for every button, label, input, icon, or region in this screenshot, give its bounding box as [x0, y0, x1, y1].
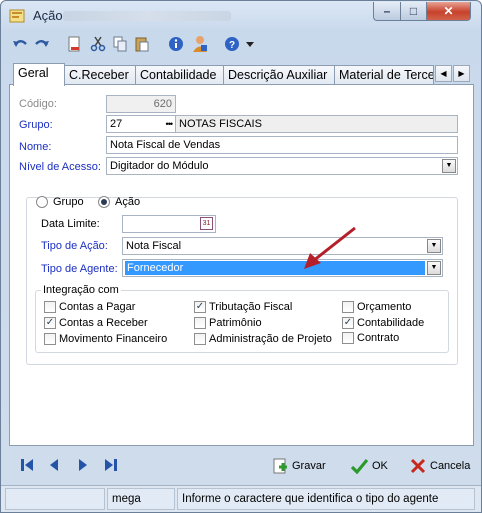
data-limite-field[interactable]: 31 [122, 215, 216, 233]
orcamento-checkbox[interactable] [342, 301, 354, 313]
grupo-label: Grupo: [19, 119, 53, 131]
tributacao-fiscal-checkbox[interactable]: ✓ [194, 301, 206, 313]
user-icon[interactable] [191, 35, 209, 53]
patrimonio-checkbox[interactable] [194, 317, 206, 329]
integracao-title: Integração com [41, 284, 121, 296]
nivel-acesso-value: Digitador do Módulo [110, 160, 209, 172]
cancela-button[interactable]: Cancela [410, 456, 470, 476]
window-title: Ação [33, 8, 63, 23]
calendar-icon[interactable]: 31 [200, 217, 213, 230]
ok-label: OK [372, 460, 388, 472]
cancel-x-icon [410, 458, 426, 474]
contabilidade-checkbox[interactable]: ✓ [342, 317, 354, 329]
chevron-down-icon[interactable]: ▼ [427, 261, 441, 275]
gravar-label: Gravar [292, 460, 326, 472]
acao-radio[interactable] [98, 196, 110, 208]
codigo-label: Código: [19, 98, 57, 110]
grupo-code: 27 [110, 118, 123, 130]
minimize-button[interactable]: – [373, 2, 401, 21]
data-limite-label: Data Limite: [41, 218, 100, 230]
movimento-financeiro-label: Movimento Financeiro [59, 333, 168, 345]
paste-icon[interactable] [133, 35, 151, 53]
previous-record-icon[interactable] [46, 457, 62, 473]
status-cell-1 [5, 488, 105, 510]
tab-scroll-left-icon[interactable]: ◀ [435, 65, 452, 82]
chevron-down-icon[interactable]: ▼ [442, 159, 456, 173]
next-record-icon[interactable] [75, 457, 91, 473]
first-record-icon[interactable] [19, 457, 35, 473]
status-user: mega [107, 488, 175, 510]
tab-scroll-right-icon[interactable]: ▶ [453, 65, 470, 82]
tipo-agente-label: Tipo de Agente: [41, 263, 118, 275]
grupo-radio-label: Grupo [53, 196, 84, 208]
tab-geral[interactable]: Geral [13, 63, 65, 86]
gravar-button[interactable]: Gravar [272, 456, 326, 476]
tipo-agente-value: Fornecedor [125, 261, 425, 275]
tab-descricao-auxiliar[interactable]: Descrição Auxiliar [223, 65, 335, 85]
tipo-acao-value: Nota Fiscal [126, 240, 182, 252]
chevron-down-icon[interactable]: ▼ [427, 239, 441, 253]
contas-receber-checkbox[interactable]: ✓ [44, 317, 56, 329]
nome-field[interactable]: Nota Fiscal de Vendas [106, 136, 458, 154]
title-bar[interactable]: Ação – □ ✕ [1, 1, 481, 31]
undo-icon[interactable] [11, 35, 29, 53]
toolbar: ? [7, 33, 477, 57]
close-button[interactable]: ✕ [426, 2, 471, 21]
copy-icon[interactable] [111, 35, 129, 53]
patrimonio-label: Patrimônio [209, 317, 262, 329]
check-icon [351, 458, 368, 474]
tab-c-receber[interactable]: C.Receber [64, 65, 136, 85]
tipo-acao-select[interactable]: Nota Fiscal ▼ [122, 237, 443, 255]
contrato-checkbox[interactable] [342, 332, 354, 344]
maximize-button[interactable]: □ [400, 2, 427, 21]
orcamento-label: Orçamento [357, 301, 412, 313]
status-bar: mega Informe o caractere que identifica … [1, 485, 481, 512]
contrato-label: Contrato [357, 332, 400, 344]
tab-strip: Geral C.Receber Contabilidade Descrição … [9, 63, 473, 86]
acao-radio-label: Ação [115, 196, 141, 208]
title-blur [63, 11, 231, 21]
codigo-field: 620 [106, 95, 176, 113]
dialog-window: Ação – □ ✕ ? Geral C.Receber Contabilida… [0, 0, 482, 513]
ok-button[interactable]: OK [351, 456, 388, 476]
tipo-agente-select[interactable]: Fornecedor ▼ [122, 259, 443, 277]
contas-receber-label: Contas a Receber [59, 317, 148, 329]
annotation-arrow [304, 226, 356, 269]
administracao-projeto-label: Administração de Projeto [209, 333, 332, 345]
nivel-acesso-label: Nível de Acesso: [19, 161, 101, 173]
movimento-financeiro-checkbox[interactable] [44, 333, 56, 345]
delete-document-icon[interactable] [65, 35, 83, 53]
nivel-acesso-select[interactable]: Digitador do Módulo ▼ [106, 157, 458, 175]
svg-text:?: ? [229, 40, 235, 51]
last-record-icon[interactable] [103, 457, 119, 473]
app-icon [9, 9, 25, 23]
contabilidade-label: Contabilidade [357, 317, 425, 329]
contas-pagar-checkbox[interactable] [44, 301, 56, 313]
status-hint: Informe o caractere que identifica o tip… [177, 488, 475, 510]
redo-icon[interactable] [33, 35, 51, 53]
grupo-code-field[interactable]: 27 ••• [106, 115, 176, 133]
contas-pagar-label: Contas a Pagar [59, 301, 136, 313]
tab-material-terceiros[interactable]: Material de Terceiros [334, 65, 434, 85]
tributacao-fiscal-label: Tributação Fiscal [209, 301, 293, 313]
grupo-lookup-button[interactable]: ••• [166, 116, 174, 132]
help-icon[interactable]: ? [223, 35, 241, 53]
save-icon [273, 458, 287, 474]
cancela-label: Cancela [430, 460, 471, 472]
dropdown-arrow-icon[interactable] [241, 35, 259, 53]
grupo-name-field: NOTAS FISCAIS [175, 115, 458, 133]
nome-label: Nome: [19, 141, 52, 153]
cut-icon[interactable] [89, 35, 107, 53]
grupo-radio[interactable] [36, 196, 48, 208]
bottom-action-bar: Gravar OK Cancela [9, 451, 475, 481]
administracao-projeto-checkbox[interactable] [194, 333, 206, 345]
info-icon[interactable] [167, 35, 185, 53]
tab-contabilidade[interactable]: Contabilidade [135, 65, 224, 85]
tipo-acao-label: Tipo de Ação: [41, 240, 108, 252]
